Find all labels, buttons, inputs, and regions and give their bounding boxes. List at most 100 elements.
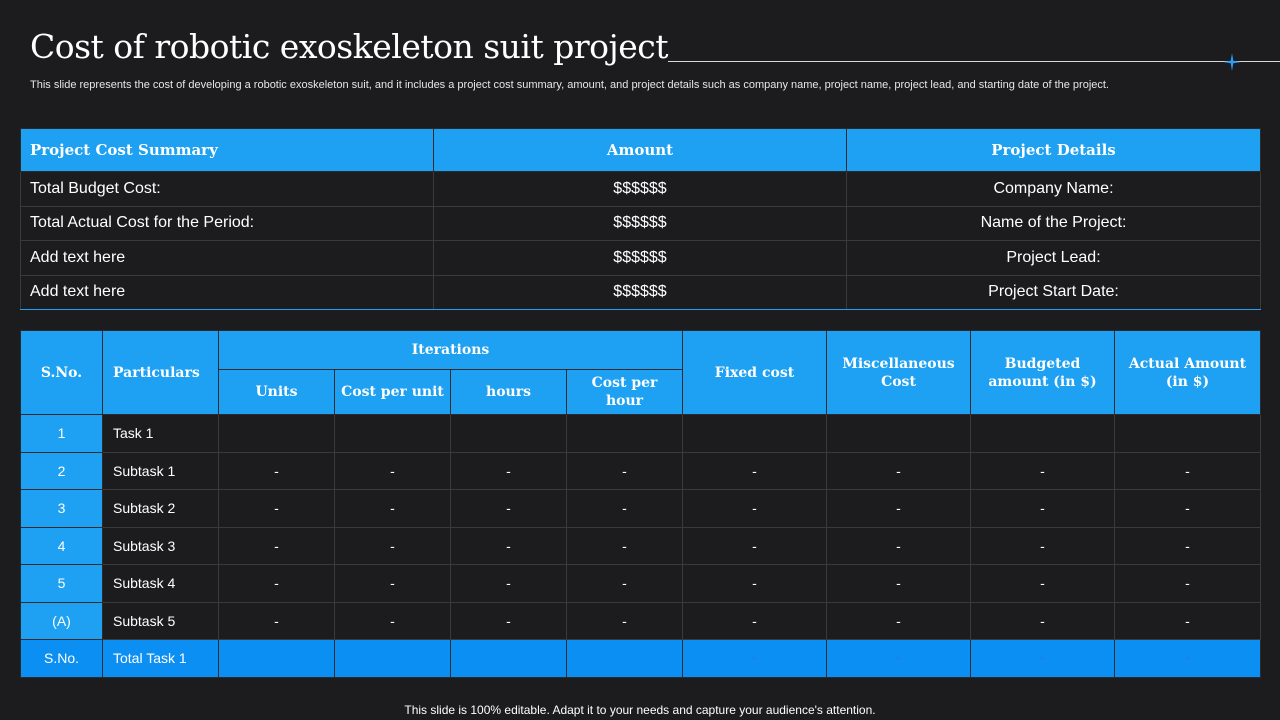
table-row: 4 Subtask 3-------- — [20, 526, 1261, 565]
value-cell: - — [334, 601, 451, 640]
header-iterations: Iterations — [218, 330, 683, 370]
particular-cell: Subtask 2 — [102, 489, 219, 528]
details-cell: Project Lead: — [846, 240, 1261, 276]
sno-cell: (A) — [20, 601, 103, 640]
value-cell: - — [566, 489, 683, 528]
value-cell: - — [566, 601, 683, 640]
value-cell — [566, 639, 683, 678]
value-cell: - — [682, 601, 827, 640]
particular-cell: Total Task 1 — [102, 639, 219, 678]
table-row: 1 Task 1 — [20, 414, 1261, 453]
value-cell — [970, 414, 1115, 453]
amount-cell: $$$$$$ — [433, 171, 847, 207]
header-budgeted-amount: Budgeted amount (in $) — [970, 330, 1115, 415]
project-cost-summary-table: Project Cost Summary Amount Project Deta… — [20, 128, 1261, 310]
value-cell: - — [970, 451, 1115, 490]
value-cell — [334, 414, 451, 453]
value-cell: - — [970, 601, 1115, 640]
table-row: 5 Subtask 4-------- — [20, 564, 1261, 603]
value-cell — [1114, 414, 1261, 453]
value-cell: - — [450, 601, 567, 640]
value-cell: - — [826, 526, 971, 565]
value-cell: - — [1114, 639, 1261, 678]
value-cell: - — [334, 564, 451, 603]
value-cell: - — [450, 564, 567, 603]
value-cell: - — [1114, 601, 1261, 640]
table-row: Total Budget Cost: $$$$$$ Company Name: — [20, 171, 1261, 207]
particular-cell: Subtask 5 — [102, 601, 219, 640]
sparkle-star-icon — [1223, 53, 1241, 71]
sno-cell: 4 — [20, 526, 103, 565]
sno-cell: 1 — [20, 414, 103, 453]
sno-cell: 3 — [20, 489, 103, 528]
sno-cell: 2 — [20, 451, 103, 490]
value-cell: - — [1114, 564, 1261, 603]
header-project-details: Project Details — [846, 128, 1261, 172]
header-units: Units — [218, 369, 335, 415]
value-cell: - — [218, 489, 335, 528]
cost-breakdown-table: S.No. Particulars Iterations Fixed cost … — [20, 330, 1261, 678]
value-cell — [826, 414, 971, 453]
particular-cell: Subtask 1 — [102, 451, 219, 490]
value-cell — [450, 639, 567, 678]
value-cell — [218, 414, 335, 453]
header-cost-per-hour: Cost per hour — [566, 369, 683, 415]
sno-cell: S.No. — [20, 639, 103, 678]
summary-cell: Total Budget Cost: — [20, 171, 434, 207]
value-cell: - — [218, 451, 335, 490]
value-cell: - — [566, 526, 683, 565]
particular-cell: Task 1 — [102, 414, 219, 453]
value-cell — [682, 414, 827, 453]
value-cell: - — [1114, 451, 1261, 490]
value-cell: - — [218, 601, 335, 640]
slide-description: This slide represents the cost of develo… — [30, 79, 1109, 91]
summary-header-row: Project Cost Summary Amount Project Deta… — [20, 128, 1261, 172]
value-cell: - — [450, 489, 567, 528]
header-cost-per-unit: Cost per unit — [334, 369, 451, 415]
header-amount: Amount — [433, 128, 847, 172]
value-cell — [334, 639, 451, 678]
value-cell: - — [970, 564, 1115, 603]
value-cell: - — [450, 451, 567, 490]
header-particulars: Particulars — [102, 330, 219, 415]
amount-cell: $$$$$$ — [433, 274, 847, 310]
total-row: S.No. Total Task 1---- — [20, 639, 1261, 678]
value-cell — [218, 639, 335, 678]
value-cell — [566, 414, 683, 453]
value-cell: - — [566, 564, 683, 603]
value-cell: - — [826, 639, 971, 678]
value-cell: - — [334, 451, 451, 490]
value-cell: - — [566, 451, 683, 490]
cost-header-row-1: S.No. Particulars Iterations Fixed cost … — [20, 330, 1261, 415]
summary-cell: Add text here — [20, 240, 434, 276]
value-cell: - — [826, 564, 971, 603]
value-cell: - — [970, 526, 1115, 565]
value-cell: - — [1114, 489, 1261, 528]
header-miscellaneous-cost: Miscellaneous Cost — [826, 330, 971, 415]
value-cell: - — [970, 489, 1115, 528]
header-project-cost-summary: Project Cost Summary — [20, 128, 434, 172]
header-fixed-cost: Fixed cost — [682, 330, 827, 415]
amount-cell: $$$$$$ — [433, 205, 847, 241]
summary-cell: Add text here — [20, 274, 434, 310]
value-cell: - — [334, 489, 451, 528]
value-cell: - — [970, 639, 1115, 678]
amount-cell: $$$$$$ — [433, 240, 847, 276]
sno-cell: 5 — [20, 564, 103, 603]
details-cell: Project Start Date: — [846, 274, 1261, 310]
table-row: 2 Subtask 1-------- — [20, 451, 1261, 490]
header-hours: hours — [450, 369, 567, 415]
cost-table-body: 1 Task 1 2 Subtask 1- - - - - - - -3 Subtask 2-----… — [20, 414, 1261, 678]
header-actual-amount: Actual Amount (in $) — [1114, 330, 1261, 415]
value-cell — [450, 414, 567, 453]
details-cell: Name of the Project: — [846, 205, 1261, 241]
value-cell: - — [682, 451, 827, 490]
value-cell: - — [682, 489, 827, 528]
value-cell: - — [682, 639, 827, 678]
details-cell: Company Name: — [846, 171, 1261, 207]
table-row: Add text here $$$$$$ Project Lead: — [20, 240, 1261, 276]
value-cell: - — [218, 526, 335, 565]
table-row: 3 Subtask 2-------- — [20, 489, 1261, 528]
header-sno: S.No. — [20, 330, 103, 415]
value-cell: - — [826, 451, 971, 490]
